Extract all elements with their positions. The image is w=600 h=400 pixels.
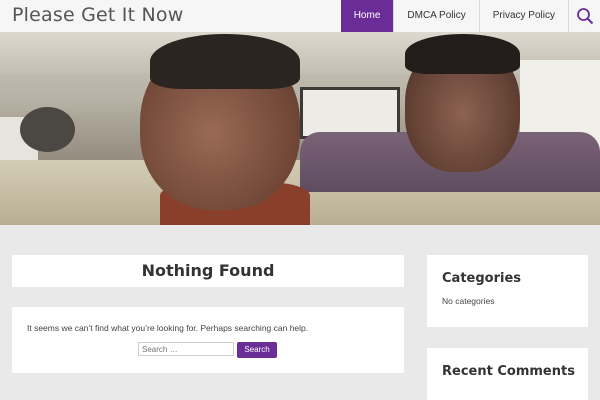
recent-comments-widget: Recent Comments — [427, 348, 588, 400]
nav-item-dmca-policy[interactable]: DMCA Policy — [393, 0, 479, 32]
search-input[interactable] — [138, 342, 234, 356]
person-left-hair — [150, 34, 300, 89]
background-person — [20, 107, 75, 152]
not-found-message: It seems we can’t find what you’re looki… — [27, 323, 309, 333]
nav-item-privacy-policy[interactable]: Privacy Policy — [478, 0, 568, 32]
site-header: Please Get It Now Home DMCA Policy Priva… — [0, 0, 600, 32]
categories-title: Categories — [442, 271, 522, 286]
nav-item-home[interactable]: Home — [340, 0, 394, 32]
categories-widget: Categories No categories — [427, 255, 588, 327]
recent-comments-title: Recent Comments — [442, 364, 575, 379]
site-title[interactable]: Please Get It Now — [12, 4, 183, 26]
main-navigation: Home DMCA Policy Privacy Policy — [340, 0, 568, 32]
search-icon — [576, 8, 593, 25]
search-submit-button[interactable]: Search — [237, 342, 277, 358]
page-header-panel: Nothing Found — [12, 255, 404, 287]
header-search-button[interactable] — [568, 0, 600, 32]
header-image — [0, 32, 600, 225]
page-title: Nothing Found — [141, 261, 275, 280]
person-right-hair — [405, 34, 520, 74]
categories-empty-text: No categories — [442, 296, 495, 306]
search-form: Search — [138, 342, 277, 358]
page-content-panel: It seems we can’t find what you’re looki… — [12, 307, 404, 373]
